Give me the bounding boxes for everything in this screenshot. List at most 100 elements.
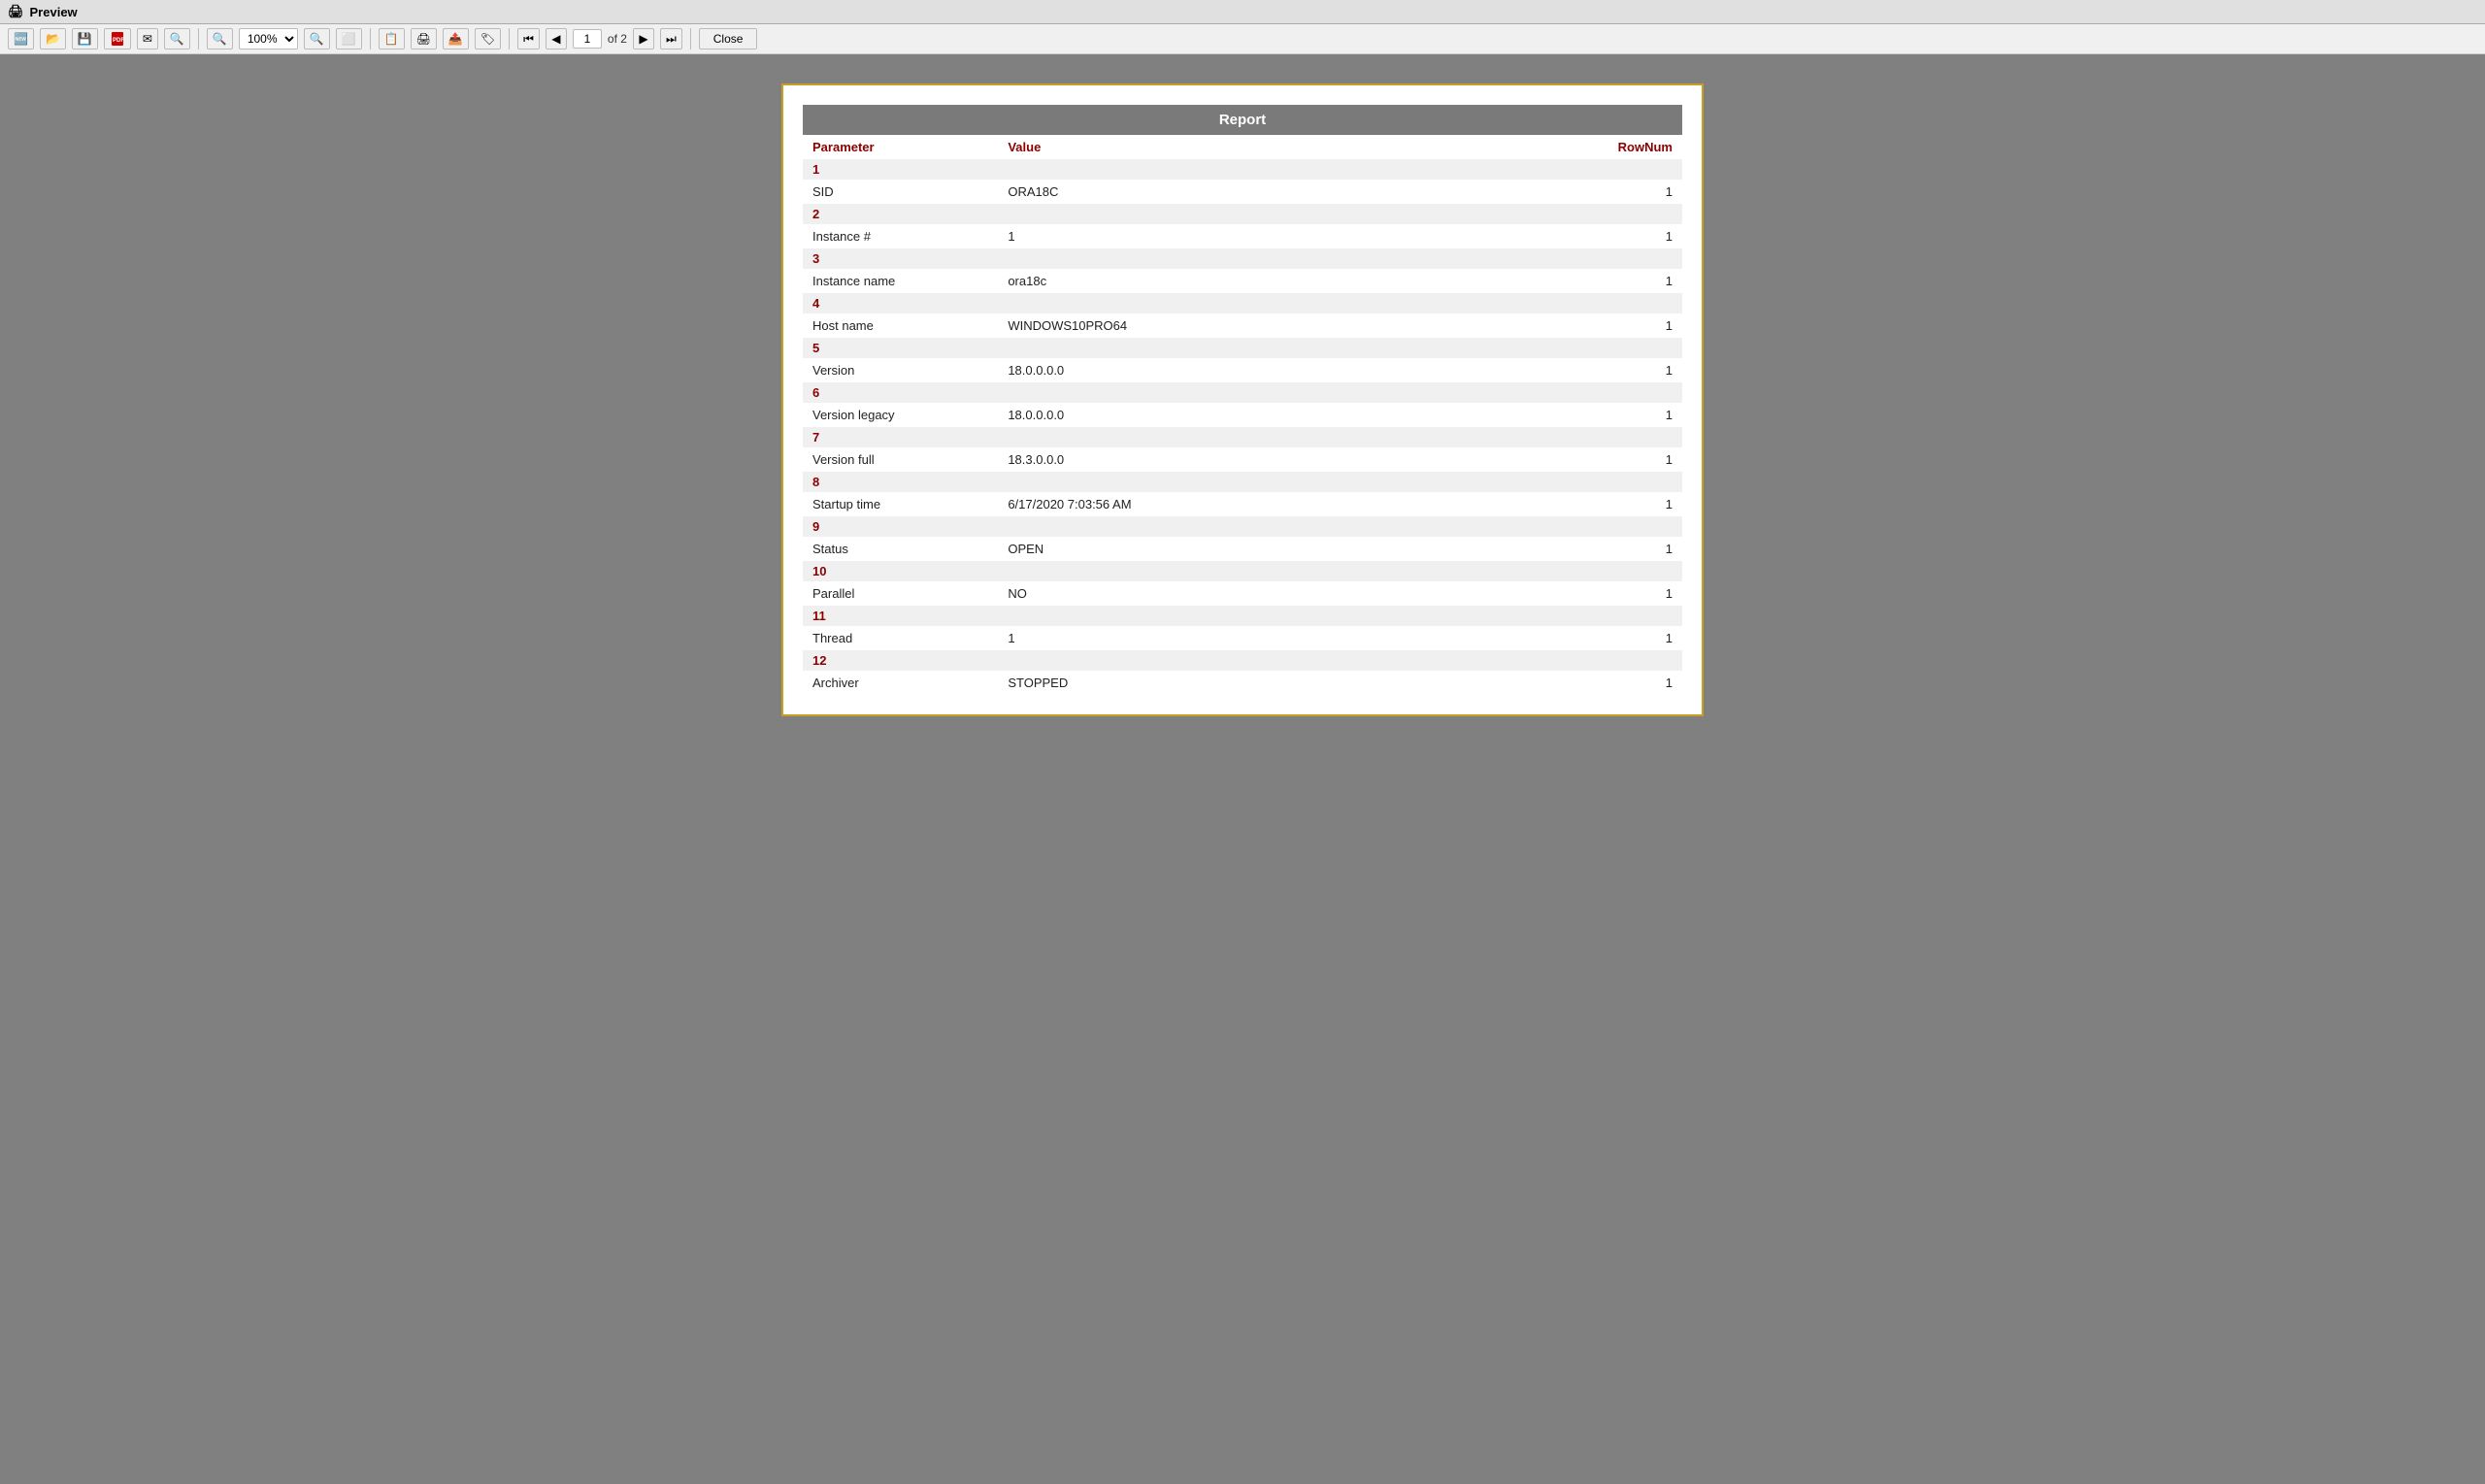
param-status: Status: [803, 537, 998, 561]
table-row: Thread 1 1: [803, 626, 1682, 650]
row-number-12: 12: [803, 650, 1682, 671]
report-title-row: Report: [803, 105, 1682, 135]
rownum-sid: 1: [1584, 180, 1682, 204]
close-button[interactable]: Close: [699, 28, 758, 49]
rownum-parallel: 1: [1584, 581, 1682, 606]
app-title: Preview: [30, 5, 78, 19]
prev-page-button[interactable]: ◀: [546, 28, 567, 49]
row-number-8: 8: [803, 472, 1682, 492]
value-version: 18.0.0.0.0: [998, 358, 1584, 382]
param-startup-time: Startup time: [803, 492, 998, 516]
rownum-thread: 1: [1584, 626, 1682, 650]
row-number-7: 7: [803, 427, 1682, 447]
last-page-button[interactable]: ⏭: [660, 28, 682, 49]
app-icon: 🖨: [8, 4, 24, 19]
export-button[interactable]: 📤: [443, 28, 469, 49]
value-parallel: NO: [998, 581, 1584, 606]
param-sid: SID: [803, 180, 998, 204]
next-page-button[interactable]: ▶: [633, 28, 654, 49]
separator-3: [509, 28, 510, 49]
print-button[interactable]: 🖨: [411, 28, 437, 49]
table-row: Parallel NO 1: [803, 581, 1682, 606]
row-number-3: 3: [803, 248, 1682, 269]
table-row: Archiver STOPPED 1: [803, 671, 1682, 695]
value-instance-num: 1: [998, 224, 1584, 248]
col-header-value: Value: [998, 135, 1584, 159]
col-header-row: Parameter Value RowNum: [803, 135, 1682, 159]
table-row: Version full 18.3.0.0.0 1: [803, 447, 1682, 472]
page-setup-button[interactable]: 📋: [379, 28, 405, 49]
page-number-input[interactable]: [573, 29, 602, 49]
rownum-archiver: 1: [1584, 671, 1682, 695]
table-row: Instance # 1 1: [803, 224, 1682, 248]
page-of-label: of 2: [608, 32, 627, 46]
zoom-in-button[interactable]: 🔍: [207, 28, 233, 49]
fit-page-button[interactable]: ⬜: [336, 28, 362, 49]
table-row: Host name WINDOWS10PRO64 1: [803, 313, 1682, 338]
row-number-2: 2: [803, 204, 1682, 224]
rownum-instance-num: 1: [1584, 224, 1682, 248]
param-instance-name: Instance name: [803, 269, 998, 293]
param-parallel: Parallel: [803, 581, 998, 606]
open-button[interactable]: 📂: [40, 28, 66, 49]
svg-text:PDF: PDF: [113, 38, 124, 44]
rownum-startup-time: 1: [1584, 492, 1682, 516]
pdf-icon: PDF: [110, 31, 125, 47]
value-startup-time: 6/17/2020 7:03:56 AM: [998, 492, 1584, 516]
value-instance-name: ora18c: [998, 269, 1584, 293]
param-archiver: Archiver: [803, 671, 998, 695]
report-page: Report Parameter Value RowNum 1 SID ORA1…: [781, 83, 1704, 716]
table-row: Startup time 6/17/2020 7:03:56 AM 1: [803, 492, 1682, 516]
param-thread: Thread: [803, 626, 998, 650]
value-version-legacy: 18.0.0.0.0: [998, 403, 1584, 427]
col-header-parameter: Parameter: [803, 135, 998, 159]
main-area: Report Parameter Value RowNum 1 SID ORA1…: [0, 54, 2485, 1480]
param-host-name: Host name: [803, 313, 998, 338]
report-title: Report: [803, 105, 1682, 135]
row-number-10: 10: [803, 561, 1682, 581]
row-number-6: 6: [803, 382, 1682, 403]
search-button[interactable]: 🔍: [164, 28, 190, 49]
separator-2: [370, 28, 371, 49]
rownum-version-full: 1: [1584, 447, 1682, 472]
table-row: SID ORA18C 1: [803, 180, 1682, 204]
title-bar: 🖨 Preview: [0, 0, 2485, 24]
row-number-4: 4: [803, 293, 1682, 313]
value-version-full: 18.3.0.0.0: [998, 447, 1584, 472]
param-version-legacy: Version legacy: [803, 403, 998, 427]
rownum-version-legacy: 1: [1584, 403, 1682, 427]
value-host-name: WINDOWS10PRO64: [998, 313, 1584, 338]
report-table: Report Parameter Value RowNum 1 SID ORA1…: [803, 105, 1682, 695]
table-row: Instance name ora18c 1: [803, 269, 1682, 293]
table-row: Status OPEN 1: [803, 537, 1682, 561]
param-version: Version: [803, 358, 998, 382]
row-number-5: 5: [803, 338, 1682, 358]
rownum-host-name: 1: [1584, 313, 1682, 338]
col-header-rownum: RowNum: [1584, 135, 1682, 159]
value-thread: 1: [998, 626, 1584, 650]
param-version-full: Version full: [803, 447, 998, 472]
table-row: Version 18.0.0.0.0 1: [803, 358, 1682, 382]
separator-4: [690, 28, 691, 49]
rownum-version: 1: [1584, 358, 1682, 382]
pdf-button[interactable]: PDF: [104, 28, 131, 49]
zoom-out-button[interactable]: 🔍: [304, 28, 330, 49]
row-number-11: 11: [803, 606, 1682, 626]
row-number-9: 9: [803, 516, 1682, 537]
value-status: OPEN: [998, 537, 1584, 561]
toolbar: 🆕 📂 💾 PDF ✉ 🔍 🔍 100% 50% 75% 125% 150% 2…: [0, 24, 2485, 54]
value-sid: ORA18C: [998, 180, 1584, 204]
table-row: Version legacy 18.0.0.0.0 1: [803, 403, 1682, 427]
separator-1: [198, 28, 199, 49]
email-button[interactable]: ✉: [137, 28, 158, 49]
param-instance-num: Instance #: [803, 224, 998, 248]
save-button[interactable]: 💾: [72, 28, 98, 49]
first-page-button[interactable]: ⏮: [517, 28, 540, 49]
zoom-select[interactable]: 100% 50% 75% 125% 150% 200%: [239, 28, 298, 49]
rownum-status: 1: [1584, 537, 1682, 561]
new-button[interactable]: 🆕: [8, 28, 34, 49]
row-number-1: 1: [803, 159, 1682, 180]
watermark-button[interactable]: 🏷: [475, 28, 501, 49]
value-archiver: STOPPED: [998, 671, 1584, 695]
rownum-instance-name: 1: [1584, 269, 1682, 293]
